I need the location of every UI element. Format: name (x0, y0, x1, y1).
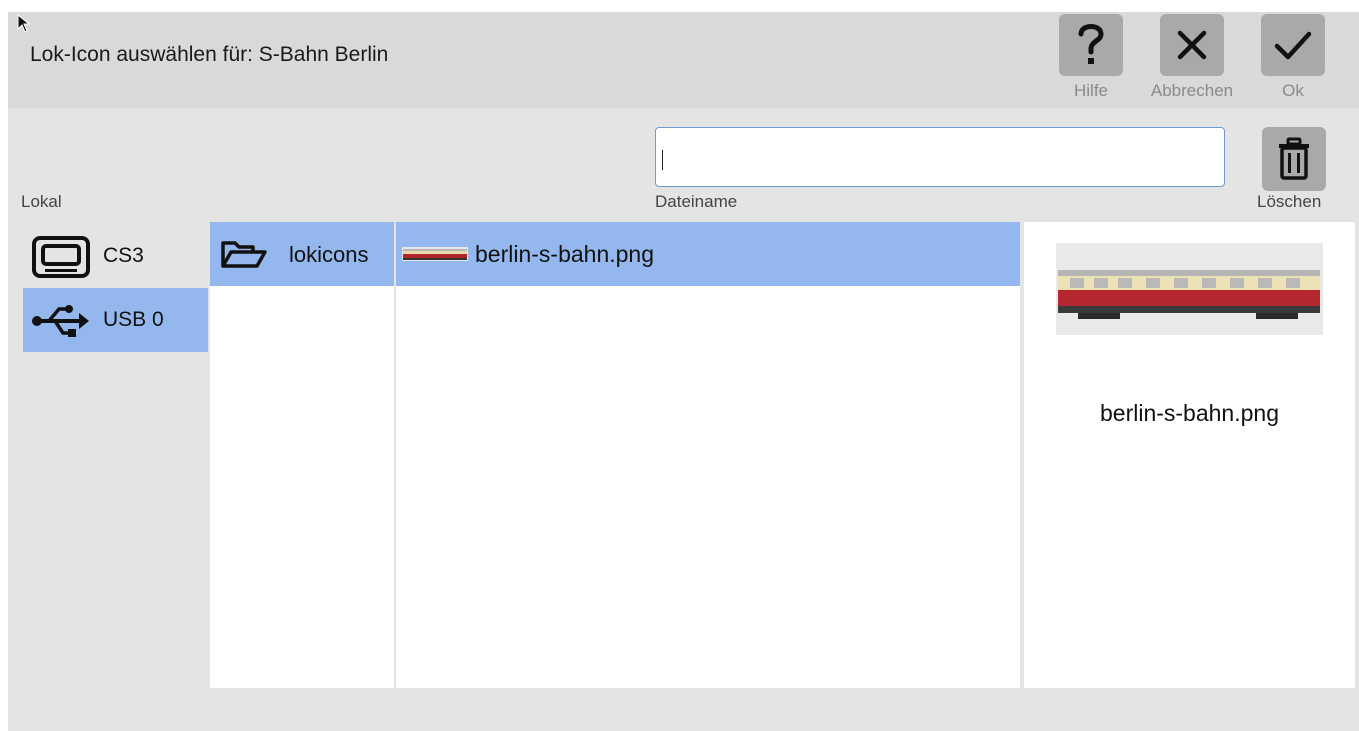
file-column: berlin-s-bahn.png (396, 222, 1020, 688)
preview-filename: berlin-s-bahn.png (1099, 400, 1279, 426)
text-caret (662, 150, 663, 170)
train-preview-image (1056, 243, 1323, 335)
file-chooser-dialog: Lok-Icon auswählen für: S-Bahn Berlin Hi… (8, 12, 1359, 731)
file-item-berlin-s-bahn[interactable]: berlin-s-bahn.png (396, 222, 1020, 286)
ok-button[interactable] (1261, 14, 1325, 76)
file-label: berlin-s-bahn.png (475, 241, 655, 267)
mouse-cursor-icon (17, 14, 31, 33)
device-item-usb[interactable]: USB 0 (23, 288, 208, 352)
device-list: CS3 USB 0 (23, 224, 208, 352)
close-icon (1177, 30, 1207, 60)
device-label: CS3 (103, 244, 144, 267)
folder-open-icon (221, 241, 267, 268)
ok-label: Ok (1282, 81, 1304, 100)
filename-label: Dateiname (655, 192, 738, 211)
dialog-title: Lok-Icon auswählen für: S-Bahn Berlin (30, 43, 389, 66)
filename-input[interactable] (655, 127, 1225, 187)
usb-icon (32, 305, 89, 337)
folder-column: lokicons (210, 222, 394, 688)
question-mark-icon (1078, 24, 1104, 64)
source-heading: Lokal (21, 192, 62, 211)
help-button[interactable] (1059, 14, 1123, 76)
delete-button[interactable] (1262, 127, 1326, 191)
train-thumbnail (402, 247, 468, 261)
preview-panel: berlin-s-bahn.png (1024, 222, 1355, 688)
cs3-device-icon (32, 236, 90, 278)
folder-label: lokicons (289, 242, 369, 267)
cancel-button[interactable] (1160, 14, 1224, 76)
help-label: Hilfe (1073, 81, 1108, 100)
checkmark-icon (1274, 31, 1312, 60)
device-label: USB 0 (103, 308, 164, 331)
delete-label: Löschen (1257, 192, 1322, 211)
device-item-cs3[interactable]: CS3 (23, 224, 208, 288)
trash-icon (1279, 137, 1309, 180)
cancel-label: Abbrechen (1150, 81, 1234, 100)
title-bar: Lok-Icon auswählen für: S-Bahn Berlin Hi… (8, 12, 1359, 108)
folder-item-lokicons[interactable]: lokicons (210, 222, 394, 286)
